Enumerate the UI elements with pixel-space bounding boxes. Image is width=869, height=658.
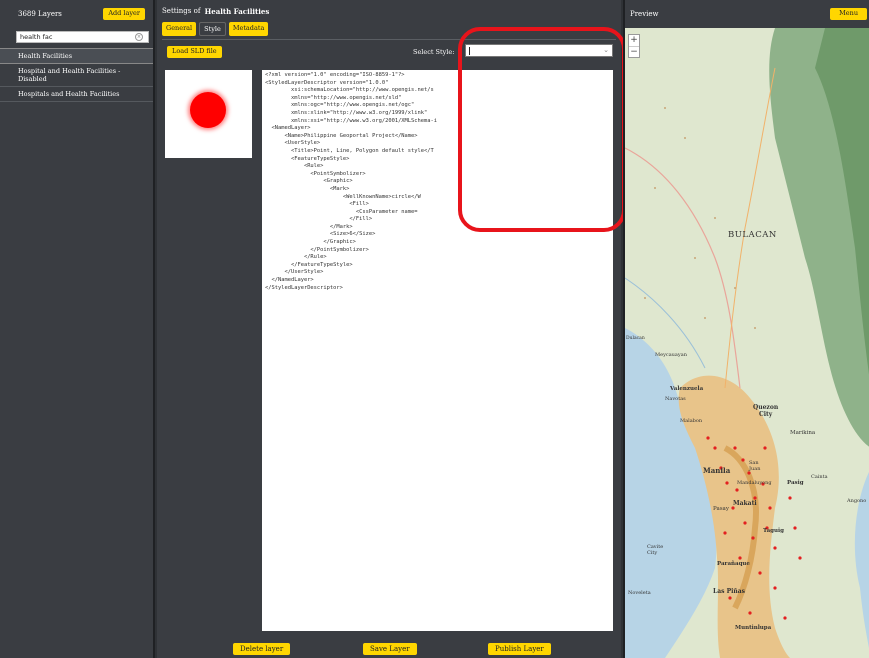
layer-count: 3689 Layers	[18, 10, 62, 18]
publish-layer-button[interactable]: Publish Layer	[488, 643, 551, 656]
map-label-valenzuela: Valenzuela	[670, 386, 704, 392]
map-label-dulacan: Dulacan	[626, 336, 645, 341]
layer-item-hospital-disabled[interactable]: Hospital and Health Facilities - Disable…	[0, 64, 153, 87]
map-label-noveleta: Noveleta	[628, 590, 651, 596]
chevron-down-icon[interactable]: ⌄	[603, 46, 609, 54]
layer-list: Health Facilities Hospital and Health Fa…	[0, 48, 153, 102]
settings-title-layer: Health Facilities	[204, 6, 270, 16]
tab-general[interactable]: General	[162, 22, 197, 36]
preview-header: Preview Menu	[625, 0, 869, 28]
point-symbol	[190, 92, 226, 128]
map-label-paranaque: Parañaque	[717, 561, 750, 567]
tab-style[interactable]: Style	[199, 22, 226, 36]
sld-editor[interactable]: <?xml version="1.0" encoding="ISO-8859-1…	[262, 70, 613, 631]
app-root: 3689 Layers Add layer × Health Facilitie…	[0, 0, 869, 658]
settings-title: Settings of Health Facilities	[157, 0, 621, 22]
map-label-mandaluyong: Mandaluyong	[737, 480, 772, 486]
map-label-muntinlupa: Muntinlupa	[735, 625, 772, 631]
style-select[interactable]: ⌄	[465, 44, 613, 57]
select-style-label: Select Style:	[413, 48, 455, 56]
add-layer-button[interactable]: Add layer	[103, 8, 145, 20]
map-label-bulacan: BULACAN	[728, 230, 777, 240]
map-label-taguig: Taguig	[763, 528, 784, 534]
sld-code: <?xml version="1.0" encoding="ISO-8859-1…	[265, 72, 438, 291]
settings-panel: Settings of Health Facilities General St…	[157, 0, 767, 658]
layers-panel: 3689 Layers Add layer × Health Facilitie…	[0, 0, 155, 658]
settings-title-prefix: Settings of	[162, 7, 201, 15]
tab-metadata[interactable]: Metadata	[228, 22, 269, 36]
map-label-quezon: Quezon City	[753, 404, 779, 418]
text-cursor	[469, 47, 470, 55]
style-toolbar: Load SLD file Select Style: ⌄	[157, 43, 621, 61]
map-label-manila: Manila	[703, 466, 731, 475]
map-label-san-juan: San Juan	[749, 460, 761, 472]
preview-panel: Preview Menu + − BULACAN Meycauayan Vale…	[623, 0, 869, 658]
tab-divider	[162, 39, 616, 40]
layers-header: 3689 Layers Add layer	[0, 0, 153, 28]
menu-button[interactable]: Menu	[830, 8, 867, 20]
layer-search-input[interactable]	[16, 31, 149, 43]
map-label-las-pinas: Las Piñas	[713, 588, 745, 595]
load-sld-button[interactable]: Load SLD file	[167, 46, 222, 58]
map-view[interactable]: + − BULACAN Meycauayan Valenzuela Navota…	[625, 28, 869, 658]
delete-layer-button[interactable]: Delete layer	[233, 643, 291, 656]
layer-item-hospitals[interactable]: Hospitals and Health Facilities	[0, 87, 153, 102]
map-label-pasig: Pasig	[787, 480, 804, 486]
map-label-navotas: Navotas	[665, 396, 686, 402]
settings-tabs: General Style Metadata	[157, 22, 621, 36]
map-label-meycauayan: Meycauayan	[655, 352, 687, 358]
save-layer-button[interactable]: Save Layer	[363, 643, 417, 656]
map-label-cainta: Cainta	[811, 474, 828, 480]
map-label-makati: Makati	[733, 500, 757, 507]
map-label-angono: Angono	[847, 498, 867, 504]
map-label-pasay: Pasay	[713, 506, 729, 512]
clear-search-icon[interactable]: ×	[135, 33, 143, 41]
action-bar: Delete layer Save Layer Publish Layer	[157, 641, 621, 658]
layer-item-health-facilities[interactable]: Health Facilities	[0, 48, 153, 64]
zoom-control: + −	[628, 34, 640, 58]
symbol-preview	[165, 70, 252, 158]
layer-search: ×	[16, 31, 149, 43]
map-label-marikina: Marikina	[790, 430, 816, 436]
map-label-malabon: Malabon	[680, 418, 703, 424]
zoom-out-button[interactable]: −	[629, 46, 639, 57]
preview-title: Preview	[630, 10, 659, 18]
map-label-cavite-city: Cavite City	[647, 544, 664, 556]
zoom-in-button[interactable]: +	[629, 35, 639, 46]
